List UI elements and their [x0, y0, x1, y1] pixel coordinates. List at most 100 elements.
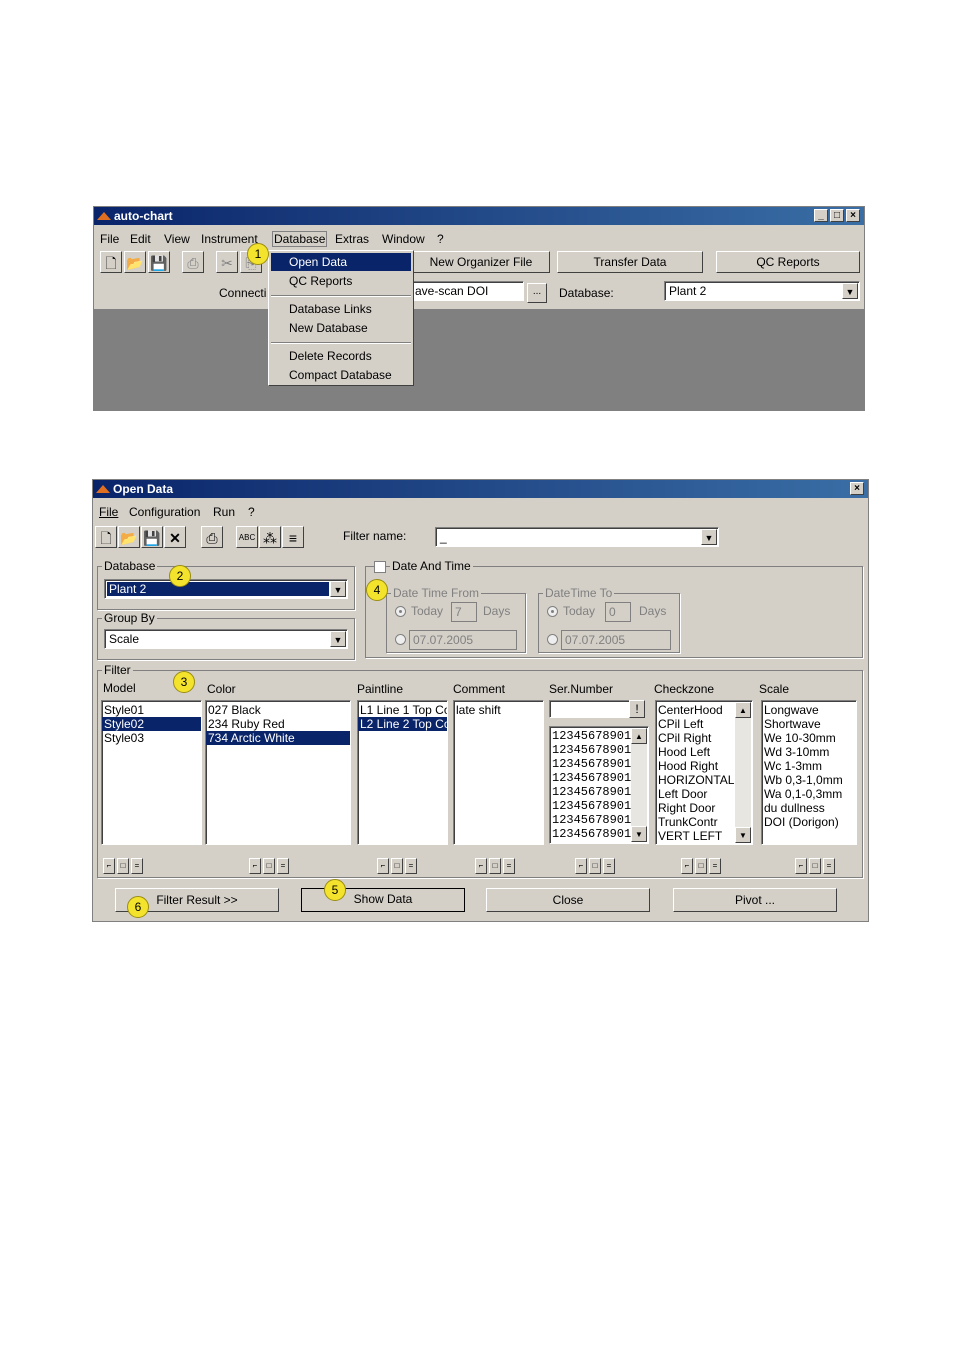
open-icon[interactable]: 📂 — [118, 526, 140, 548]
database-select[interactable]: Plant 2 ▼ — [104, 579, 348, 599]
date-from-field[interactable]: 07.07.2005 — [409, 630, 517, 650]
scale-list[interactable]: Longwave Shortwave We 10-30mm Wd 3-10mm Wc 1… — [761, 700, 857, 845]
menu-item-delete-records[interactable]: Delete Records — [271, 347, 411, 365]
select-none-icon[interactable]: □ — [117, 858, 129, 874]
select-all-icon[interactable]: ⌐ — [475, 858, 487, 874]
select-none-icon[interactable]: □ — [695, 858, 707, 874]
menu-window[interactable]: Window — [382, 232, 425, 246]
date-to-field[interactable]: 07.07.2005 — [561, 630, 671, 650]
scroll-up-icon[interactable]: ▲ — [631, 728, 647, 744]
list-item[interactable]: Shortwave — [762, 717, 856, 731]
paintline-list[interactable]: L1 Line 1 Top Co L2 Line 2 Top Co — [357, 700, 448, 845]
scroll-down-icon[interactable]: ▼ — [735, 827, 751, 843]
menu-help[interactable]: ? — [437, 232, 444, 246]
days-field[interactable]: 7 — [451, 602, 477, 622]
select-all-icon[interactable]: ⌐ — [249, 858, 261, 874]
today-radio[interactable] — [547, 606, 558, 617]
cut-icon[interactable]: ✂ — [216, 251, 238, 273]
menu-run[interactable]: Run — [213, 505, 235, 519]
save-icon[interactable]: 💾 — [141, 526, 163, 548]
close-dialog-button[interactable]: Close — [486, 888, 650, 912]
select-all-icon[interactable]: ⌐ — [377, 858, 389, 874]
today-radio[interactable] — [395, 606, 406, 617]
list-item[interactable]: 234 Ruby Red — [206, 717, 350, 731]
list-item[interactable]: Style03 — [102, 731, 201, 745]
list-item[interactable]: Longwave — [762, 703, 856, 717]
list-icon[interactable]: ≡ — [282, 526, 304, 548]
menu-file[interactable]: File — [100, 232, 119, 246]
list-item[interactable]: late shift — [454, 703, 543, 717]
list-item[interactable]: Wc 1-3mm — [762, 759, 856, 773]
list-item[interactable]: Wb 0,3-1,0mm — [762, 773, 856, 787]
list-item[interactable]: Style02 — [102, 717, 201, 731]
tree-icon[interactable]: ⁂ — [259, 526, 281, 548]
sernumber-scrollbar[interactable]: ▲ ▼ — [631, 728, 647, 842]
select-all-icon[interactable]: ⌐ — [795, 858, 807, 874]
menu-instrument[interactable]: Instrument — [201, 232, 258, 246]
sernumber-input[interactable] — [549, 700, 631, 718]
list-item[interactable]: 027 Black — [206, 703, 350, 717]
checkzone-scrollbar[interactable]: ▲ ▼ — [735, 702, 751, 843]
list-item[interactable]: We 10-30mm — [762, 731, 856, 745]
select-none-icon[interactable]: □ — [589, 858, 601, 874]
menu-help[interactable]: ? — [248, 505, 255, 519]
days-field[interactable]: 0 — [605, 602, 631, 622]
sernumber-apply-button[interactable]: ! — [629, 700, 645, 718]
close-button[interactable]: × — [846, 209, 860, 222]
list-item[interactable]: L1 Line 1 Top Co — [358, 703, 447, 717]
invert-selection-icon[interactable]: = — [503, 858, 515, 874]
menu-configuration[interactable]: Configuration — [129, 505, 200, 519]
browse-button[interactable]: ... — [527, 283, 547, 303]
save-icon[interactable]: 💾 — [148, 251, 170, 273]
filter-name-select[interactable]: _ ▼ — [435, 527, 719, 547]
list-item[interactable]: 734 Arctic White — [206, 731, 350, 745]
pivot-button[interactable]: Pivot ... — [673, 888, 837, 912]
list-item[interactable]: L2 Line 2 Top Co — [358, 717, 447, 731]
menu-item-open-data[interactable]: Open Data — [271, 253, 411, 271]
connection-field[interactable]: ave-scan DOI — [410, 281, 524, 301]
group-by-select[interactable]: Scale ▼ — [104, 629, 348, 649]
menu-file[interactable]: File — [99, 505, 118, 519]
scroll-up-icon[interactable]: ▲ — [735, 702, 751, 718]
open-folder-icon[interactable]: 📂 — [124, 251, 146, 273]
menu-item-compact-database[interactable]: Compact Database — [271, 366, 411, 384]
select-none-icon[interactable]: □ — [391, 858, 403, 874]
invert-selection-icon[interactable]: = — [709, 858, 721, 874]
scroll-down-icon[interactable]: ▼ — [631, 826, 647, 842]
title-bar[interactable]: auto-chart _ □ × — [94, 207, 864, 225]
new-organizer-file-button[interactable]: New Organizer File — [412, 251, 550, 273]
close-button[interactable]: × — [850, 482, 864, 495]
menu-item-new-database[interactable]: New Database — [271, 319, 411, 337]
invert-selection-icon[interactable]: = — [823, 858, 835, 874]
date-radio[interactable] — [547, 634, 558, 645]
menu-item-qc-reports[interactable]: QC Reports — [271, 272, 411, 290]
list-item[interactable]: du dullness — [762, 801, 856, 815]
select-none-icon[interactable]: □ — [489, 858, 501, 874]
color-list[interactable]: 027 Black 234 Ruby Red 734 Arctic White — [205, 700, 351, 845]
title-bar[interactable]: Open Data × — [93, 480, 868, 498]
date-radio[interactable] — [395, 634, 406, 645]
menu-extras[interactable]: Extras — [335, 232, 369, 246]
spellcheck-icon[interactable]: ABC — [236, 526, 258, 548]
list-item[interactable]: DOI (Dorigon) — [762, 815, 856, 829]
list-item[interactable]: Style01 — [102, 703, 201, 717]
select-none-icon[interactable]: □ — [263, 858, 275, 874]
chevron-down-icon[interactable]: ▼ — [842, 283, 858, 299]
maximize-button[interactable]: □ — [830, 209, 844, 222]
new-file-icon[interactable]: 🗋 — [100, 251, 122, 273]
menu-edit[interactable]: Edit — [130, 232, 151, 246]
menu-database[interactable]: Database — [272, 231, 328, 247]
list-item[interactable]: Wd 3-10mm — [762, 745, 856, 759]
select-all-icon[interactable]: ⌐ — [681, 858, 693, 874]
delete-icon[interactable]: ✕ — [164, 526, 186, 548]
chevron-down-icon[interactable]: ▼ — [701, 529, 717, 545]
menu-view[interactable]: View — [164, 232, 190, 246]
invert-selection-icon[interactable]: = — [277, 858, 289, 874]
date-and-time-checkbox[interactable] — [374, 561, 386, 573]
transfer-data-button[interactable]: Transfer Data — [557, 251, 703, 273]
list-item[interactable]: Wa 0,1-0,3mm — [762, 787, 856, 801]
database-select[interactable]: Plant 2 ▼ — [664, 281, 860, 301]
chevron-down-icon[interactable]: ▼ — [330, 631, 346, 647]
print-icon[interactable]: ⎙ — [201, 526, 223, 548]
select-none-icon[interactable]: □ — [809, 858, 821, 874]
